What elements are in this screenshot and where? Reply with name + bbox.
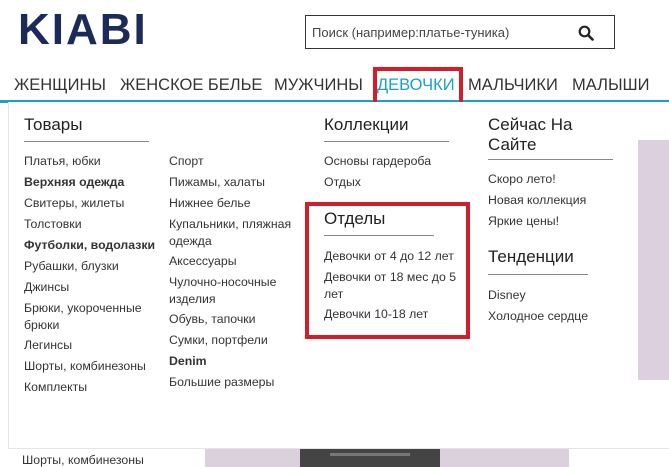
collections-underline <box>324 141 449 142</box>
menu-link[interactable]: Большие размеры <box>169 374 274 391</box>
menu-link[interactable]: Яркие цены! <box>488 213 559 230</box>
menu-link[interactable]: Верхняя одежда <box>24 174 124 191</box>
menu-link[interactable]: Пижамы, халаты <box>169 174 265 191</box>
menu-link[interactable]: Купальники, пляжная одежда <box>169 216 294 250</box>
menu-link[interactable]: Джинсы <box>24 279 69 296</box>
background-link[interactable]: Шорты, комбинезоны <box>22 453 144 467</box>
menu-link[interactable]: Нижнее белье <box>169 195 251 212</box>
menu-link[interactable]: Легинсы <box>24 337 72 354</box>
nav-item-lingerie[interactable]: ЖЕНСКОЕ БЕЛЬЕ <box>120 76 262 95</box>
nav-item-babies[interactable]: МАЛЫШИ <box>572 76 650 95</box>
menu-link[interactable]: Рубашки, блузки <box>24 258 119 275</box>
menu-link[interactable]: Основы гардероба <box>324 153 431 170</box>
menu-link[interactable]: Отдых <box>324 174 361 191</box>
menu-link[interactable]: Платья, юбки <box>24 153 101 170</box>
menu-link[interactable]: Denim <box>169 353 207 370</box>
main-nav: ЖЕНЩИНЫ ЖЕНСКОЕ БЕЛЬЕ МУЖЧИНЫ ДЕВОЧКИ МА… <box>0 70 669 103</box>
search-box <box>305 15 615 49</box>
products-underline <box>24 141 149 142</box>
menu-link[interactable]: Толстовки <box>24 216 82 233</box>
highlight-box-girls <box>373 67 463 106</box>
banner-photo <box>300 449 440 467</box>
now-underline <box>488 159 613 160</box>
nav-item-boys[interactable]: МАЛЬЧИКИ <box>468 76 558 95</box>
search-icon[interactable] <box>578 25 594 41</box>
menu-link[interactable]: Шорты, комбинезоны <box>24 358 146 375</box>
menu-link[interactable]: Комплекты <box>24 379 87 396</box>
menu-link[interactable]: Брюки, укороченные брюки <box>24 300 149 334</box>
menu-link[interactable]: Скоро лето! <box>488 171 556 188</box>
menu-link[interactable]: Обувь, тапочки <box>169 311 255 328</box>
menu-link[interactable]: Сумки, портфели <box>169 332 268 349</box>
kiabi-logo[interactable]: KIABI <box>18 8 148 52</box>
menu-link[interactable]: Disney <box>488 287 526 304</box>
menu-link[interactable]: Чулочно-носочные изделия <box>169 274 294 308</box>
menu-link[interactable]: Новая коллекция <box>488 192 586 209</box>
trends-title: Тенденции <box>488 247 574 266</box>
collections-title: Коллекции <box>324 115 409 134</box>
nav-item-women[interactable]: ЖЕНЩИНЫ <box>14 76 106 95</box>
menu-link[interactable]: Футболки, водолазки <box>24 237 155 254</box>
search-input[interactable] <box>306 16 566 48</box>
nav-item-men[interactable]: МУЖЧИНЫ <box>274 76 363 95</box>
promo-image-panel <box>638 140 669 380</box>
menu-link[interactable]: Аксессуары <box>169 253 237 270</box>
highlight-box-departments <box>305 202 470 339</box>
now-title: Сейчас На Сайте <box>488 115 573 154</box>
trends-underline <box>488 274 588 275</box>
products-title: Товары <box>24 115 83 134</box>
menu-link[interactable]: Спорт <box>169 153 204 170</box>
menu-link[interactable]: Свитеры, жилеты <box>24 195 124 212</box>
menu-link[interactable]: Холодное сердце <box>488 308 588 325</box>
